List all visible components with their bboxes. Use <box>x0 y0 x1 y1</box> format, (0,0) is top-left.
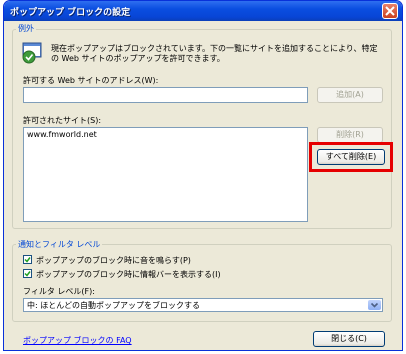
popup-shield-icon <box>22 42 42 64</box>
checkmark-icon <box>24 257 31 263</box>
exceptions-legend: 例外 <box>16 23 36 34</box>
allowed-sites-label: 許可されたサイト(S): <box>23 116 102 125</box>
filter-level-select[interactable]: 中: ほとんどの自動ポップアップをブロックする <box>23 298 383 312</box>
filter-level-label: フィルタ レベル(F): <box>23 287 95 296</box>
close-dialog-button[interactable]: 閉じる(C) <box>313 331 385 347</box>
remove-button[interactable]: 削除(R) <box>317 127 383 143</box>
filter-level-value: 中: ほとんどの自動ポップアップをブロックする <box>27 301 200 310</box>
chevron-down-icon <box>368 300 381 310</box>
sound-checkbox-label: ポップアップのブロック時に音を鳴らす(P) <box>36 256 191 265</box>
infobar-checkbox-label: ポップアップのブロック時に情報バーを表示する(I) <box>36 270 221 279</box>
address-input[interactable] <box>23 87 308 103</box>
notification-legend: 通知とフィルタ レベル <box>16 239 103 250</box>
sound-checkbox[interactable] <box>23 255 32 264</box>
close-button[interactable] <box>382 3 398 19</box>
list-item[interactable]: www.fmworld.net <box>27 130 97 139</box>
allowed-sites-list[interactable]: www.fmworld.net <box>23 127 308 222</box>
popup-blocker-settings-dialog: ポップアップ ブロックの設定 例外 現在ポップアップはブロックされています。下の… <box>3 0 403 351</box>
window-title: ポップアップ ブロックの設定 <box>10 8 131 18</box>
faq-link[interactable]: ポップアップ ブロックの FAQ <box>23 335 132 346</box>
info-text-line2: の Web サイトのポップアップを許可できます。 <box>51 54 225 63</box>
infobar-checkbox[interactable] <box>23 269 32 278</box>
add-button[interactable]: 追加(A) <box>317 87 383 103</box>
close-icon <box>385 6 395 16</box>
title-bar: ポップアップ ブロックの設定 <box>4 1 402 21</box>
checkmark-icon <box>24 271 31 277</box>
address-label: 許可する Web サイトのアドレス(W): <box>23 76 159 85</box>
remove-all-button[interactable]: すべて削除(E) <box>317 149 385 165</box>
